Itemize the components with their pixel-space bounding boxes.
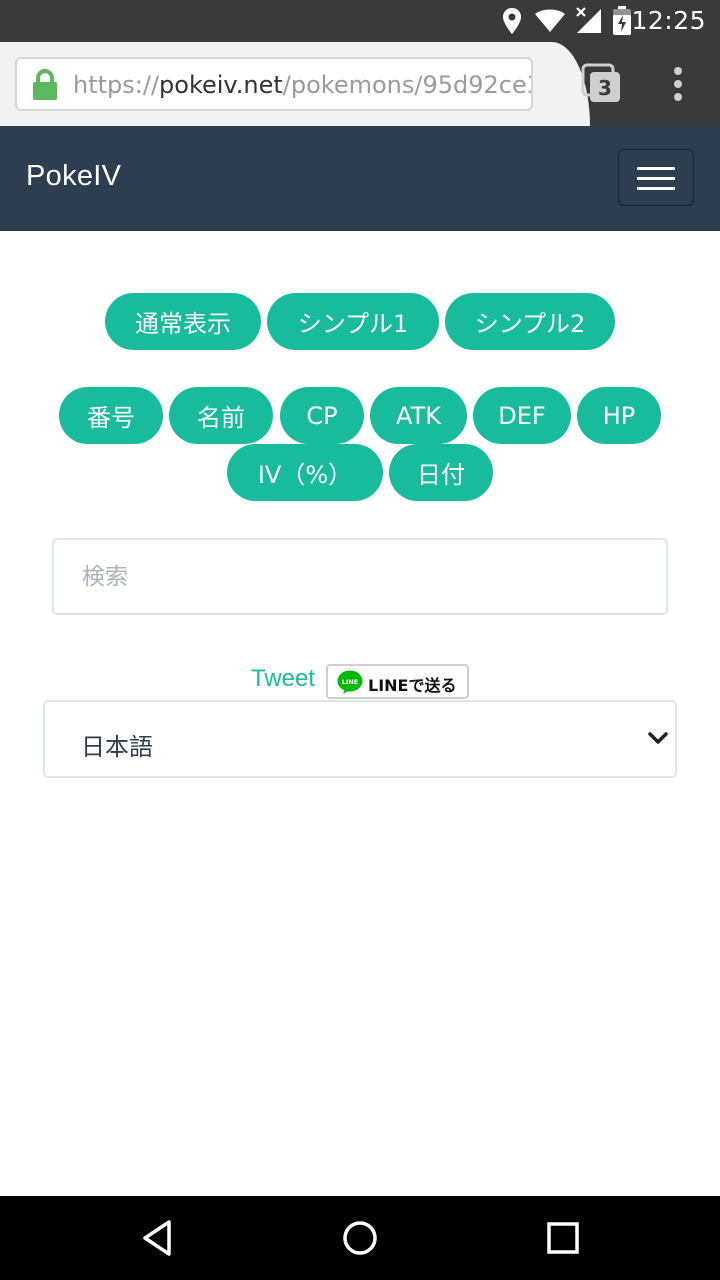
back-icon[interactable] [135, 1216, 179, 1260]
brand-logo[interactable]: PokeIV [26, 160, 121, 193]
sort-date-button[interactable]: 日付 [389, 444, 493, 501]
more-options-icon[interactable] [668, 66, 688, 102]
sort-hp-button[interactable]: HP [577, 387, 661, 444]
language-select[interactable]: 日本語 [43, 700, 677, 778]
lock-icon [33, 69, 57, 100]
hamburger-line [637, 177, 675, 180]
line-logo-icon: LINE [337, 670, 363, 694]
view-simple2-button[interactable]: シンプル2 [445, 293, 615, 350]
sort-def-button[interactable]: DEF [473, 387, 571, 444]
tab-switcher-icon[interactable]: 3 [580, 62, 624, 106]
view-normal-button[interactable]: 通常表示 [105, 293, 261, 350]
wifi-icon [535, 9, 565, 32]
hamburger-line [637, 167, 675, 170]
url-scheme: https:// [73, 71, 160, 99]
battery-charging-icon [613, 6, 631, 35]
status-bar: 12:25 [0, 0, 720, 42]
tab-count: 3 [598, 76, 612, 100]
chevron-down-icon [648, 732, 668, 744]
sort-name-button[interactable]: 名前 [169, 387, 273, 444]
browser-toolbar: https://pokeiv.net/pokemons/95d92ce3 3 [0, 42, 720, 126]
navbar-toggle-button[interactable] [618, 149, 694, 206]
sort-cp-button[interactable]: CP [280, 387, 364, 444]
language-selected-value: 日本語 [81, 733, 153, 761]
url-text[interactable]: https://pokeiv.net/pokemons/95d92ce3 [73, 71, 533, 99]
tweet-link[interactable]: Tweet [251, 665, 315, 693]
line-share-label: LINEで送る [368, 676, 457, 695]
home-icon[interactable] [338, 1216, 382, 1260]
recent-apps-icon[interactable] [541, 1216, 585, 1260]
sort-iv-button[interactable]: IV（%） [227, 444, 383, 501]
sort-number-button[interactable]: 番号 [59, 387, 163, 444]
url-host: pokeiv.net [159, 71, 283, 99]
hamburger-line [637, 187, 675, 190]
line-share-button[interactable]: LINE LINEで送る [326, 664, 469, 699]
location-icon [503, 8, 521, 34]
search-input[interactable] [52, 538, 668, 615]
sort-atk-button[interactable]: ATK [370, 387, 467, 444]
svg-text:LINE: LINE [342, 678, 358, 686]
site-navbar: PokeIV [0, 126, 720, 231]
system-navigation-bar [0, 1196, 720, 1280]
tab-area: https://pokeiv.net/pokemons/95d92ce3 [0, 42, 590, 126]
signal-icon [576, 7, 601, 33]
view-simple1-button[interactable]: シンプル1 [267, 293, 439, 350]
url-path: /pokemons/95d92ce3 [282, 71, 533, 99]
clock: 12:25 [631, 6, 706, 35]
url-bar[interactable]: https://pokeiv.net/pokemons/95d92ce3 [15, 57, 533, 111]
